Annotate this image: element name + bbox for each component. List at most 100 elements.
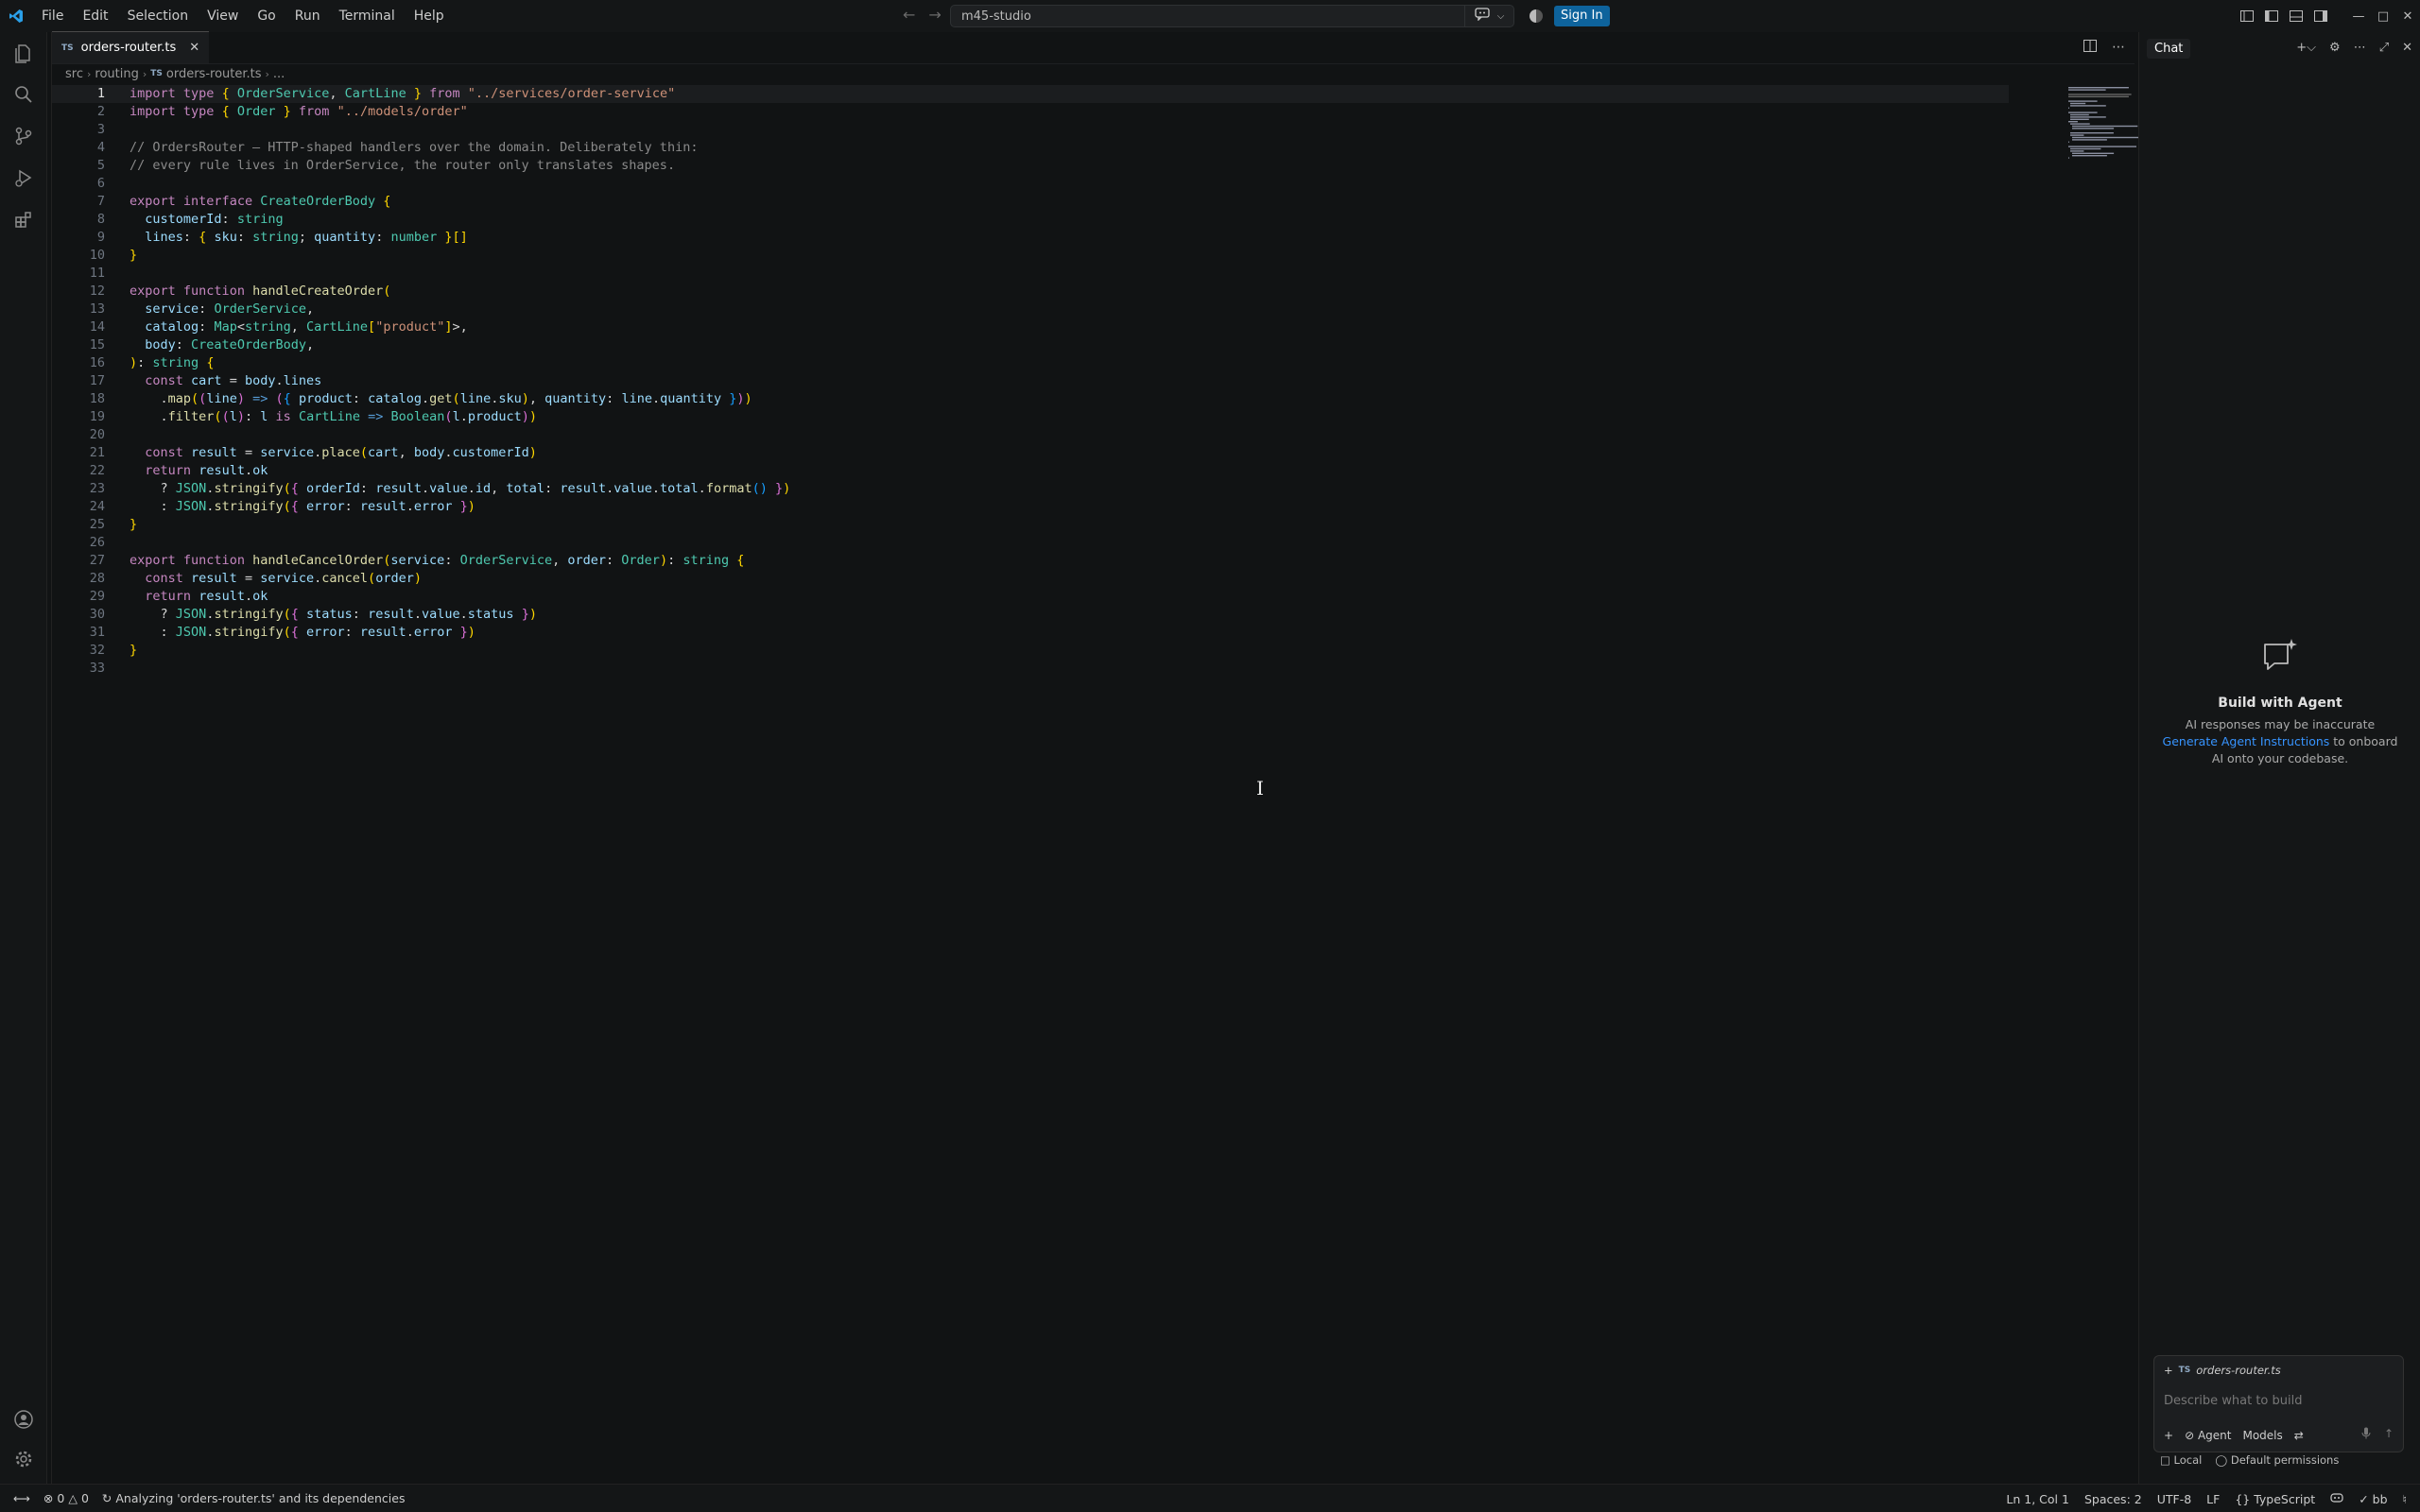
explorer-icon[interactable]	[12, 42, 35, 64]
menu-selection[interactable]: Selection	[118, 0, 199, 32]
breadcrumb-routing[interactable]: routing	[95, 67, 138, 81]
code-line[interactable]: 10}	[52, 247, 2009, 265]
code-line[interactable]: 4 // OrdersRouter — HTTP-shaped handlers …	[52, 139, 2009, 157]
code-line[interactable]: 31 : JSON.stringify({ error: result.erro…	[52, 624, 2009, 642]
encoding[interactable]: UTF-8	[2157, 1492, 2191, 1506]
code-line[interactable]: 6	[52, 175, 2009, 193]
code-line[interactable]: 11	[52, 265, 2009, 283]
notifications-bell-icon[interactable]: ♮	[2403, 1492, 2407, 1506]
code-line[interactable]: 26	[52, 534, 2009, 552]
maximize-panel-icon[interactable]: ⤢	[2379, 41, 2389, 55]
code-line[interactable]: 18 .map((line) => ({ product: catalog.ge…	[52, 390, 2009, 408]
sign-in-button[interactable]: Sign In	[1554, 6, 1610, 26]
copilot-button[interactable]: ⌵	[1464, 5, 1513, 27]
code-line[interactable]: 12 export function handleCreateOrder(	[52, 283, 2009, 301]
tools-icon[interactable]: ⇄	[2294, 1429, 2304, 1442]
code-line[interactable]: 14 catalog: Map<string, CartLine["produc…	[52, 318, 2009, 336]
code-line[interactable]: 3	[52, 121, 2009, 139]
models-picker[interactable]: Models	[2242, 1429, 2282, 1442]
source-control-icon[interactable]	[12, 125, 35, 147]
code-line[interactable]: 1 import type { OrderService, CartLine } …	[52, 85, 2009, 103]
run-debug-icon[interactable]	[12, 166, 35, 189]
chat-input[interactable]: Describe what to build	[2164, 1394, 2303, 1408]
code-line[interactable]: 7 export interface CreateOrderBody {	[52, 193, 2009, 211]
code-line[interactable]: 21 const result = service.place(cart, bo…	[52, 444, 2009, 462]
code-line[interactable]: 30 ? JSON.stringify({ status: result.val…	[52, 606, 2009, 624]
chat-more-icon[interactable]: ⋯	[2354, 41, 2366, 55]
code-line[interactable]: 9 lines: { sku: string; quantity: number…	[52, 229, 2009, 247]
close-window-icon[interactable]: ✕	[2395, 9, 2420, 24]
microphone-icon[interactable]	[2361, 1427, 2371, 1442]
extensions-icon[interactable]	[12, 208, 35, 231]
tab-orders-router[interactable]: TS orders-router.ts ✕	[52, 31, 210, 63]
settings-gear-icon[interactable]	[12, 1448, 35, 1470]
toggle-sidebar-icon[interactable]	[2259, 10, 2284, 22]
code-line[interactable]: 28 const result = service.cancel(order)	[52, 570, 2009, 588]
problems-indicator[interactable]: ⊗ 0 △ 0	[43, 1491, 89, 1505]
menu-edit[interactable]: Edit	[73, 0, 117, 32]
account-status[interactable]: ✓ bb	[2359, 1492, 2387, 1506]
language-mode[interactable]: {} TypeScript	[2235, 1492, 2315, 1506]
toggle-panel-icon[interactable]	[2284, 10, 2308, 22]
chat-title[interactable]: Chat	[2147, 38, 2191, 59]
more-actions-icon[interactable]: ⋯	[2112, 40, 2125, 56]
toggle-secondary-sidebar-icon[interactable]	[2308, 10, 2333, 22]
code-line[interactable]: 8 customerId: string	[52, 211, 2009, 229]
code-line[interactable]: 22 return result.ok	[52, 462, 2009, 480]
code-line[interactable]: 25}	[52, 516, 2009, 534]
code-editor[interactable]: 1 import type { OrderService, CartLine } …	[52, 85, 2009, 678]
minimap-line	[2068, 157, 2069, 159]
code-line[interactable]: 19 .filter((l): l is CartLine => Boolean…	[52, 408, 2009, 426]
code-line[interactable]: 15 body: CreateOrderBody,	[52, 336, 2009, 354]
send-arrow-icon[interactable]: ↑	[2384, 1427, 2394, 1442]
chat-settings-gear-icon[interactable]: ⚙	[2329, 41, 2341, 55]
accounts-theme-icon[interactable]	[1530, 9, 1543, 23]
close-panel-icon[interactable]: ✕	[2402, 41, 2412, 55]
local-session-button[interactable]: □ Local	[2160, 1453, 2202, 1467]
menu-help[interactable]: Help	[405, 0, 454, 32]
menu-terminal[interactable]: Terminal	[330, 0, 405, 32]
context-attachment[interactable]: + TS orders-router.ts	[2164, 1364, 2281, 1377]
code-line[interactable]: 32}	[52, 642, 2009, 660]
generate-instructions-link[interactable]: Generate Agent Instructions	[2163, 734, 2330, 748]
close-tab-icon[interactable]: ✕	[189, 41, 199, 55]
code-line[interactable]: 20	[52, 426, 2009, 444]
breadcrumb-file[interactable]: orders-router.ts	[166, 67, 262, 81]
copilot-status-icon[interactable]	[2330, 1492, 2343, 1506]
maximize-icon[interactable]: □	[2371, 9, 2395, 24]
menu-run[interactable]: Run	[285, 0, 330, 32]
menu-file[interactable]: File	[32, 0, 73, 32]
search-icon[interactable]	[12, 83, 35, 106]
toggle-primary-sidebar-icon[interactable]	[2235, 10, 2259, 22]
code-line[interactable]: 23 ? JSON.stringify({ orderId: result.va…	[52, 480, 2009, 498]
indentation[interactable]: Spaces: 2	[2084, 1492, 2142, 1506]
code-line[interactable]: 27 export function handleCancelOrder(serv…	[52, 552, 2009, 570]
minimize-icon[interactable]: —	[2346, 9, 2371, 24]
mode-picker[interactable]: ⊘ Agent	[2185, 1429, 2231, 1442]
code-line[interactable]: 5 // every rule lives in OrderService, th…	[52, 157, 2009, 175]
code-line[interactable]: 17 const cart = body.lines	[52, 372, 2009, 390]
code-line[interactable]: 2 import type { Order } from "../models/o…	[52, 103, 2009, 121]
forward-arrow-icon[interactable]: →	[928, 6, 941, 24]
permissions-button[interactable]: ◯ Default permissions	[2215, 1453, 2339, 1467]
code-line[interactable]: 24 : JSON.stringify({ error: result.erro…	[52, 498, 2009, 516]
cursor-position[interactable]: Ln 1, Col 1	[2006, 1492, 2069, 1506]
code-line[interactable]: 16): string {	[52, 354, 2009, 372]
attach-icon[interactable]: +	[2164, 1429, 2173, 1442]
remote-indicator-icon[interactable]: ⟷	[13, 1491, 30, 1505]
command-center-search[interactable]: m45-studio ⌵	[950, 5, 1514, 27]
end-of-line[interactable]: LF	[2206, 1492, 2220, 1506]
code-line[interactable]: 33	[52, 660, 2009, 678]
menu-view[interactable]: View	[198, 0, 248, 32]
line-number: 7	[96, 194, 105, 209]
split-editor-icon[interactable]	[2083, 40, 2097, 56]
new-chat-icon[interactable]: +⌵	[2296, 41, 2316, 55]
breadcrumb-symbols[interactable]: ...	[273, 67, 285, 81]
code-line[interactable]: 29 return result.ok	[52, 588, 2009, 606]
add-context-icon[interactable]: +	[2164, 1364, 2173, 1377]
account-icon[interactable]	[12, 1408, 35, 1431]
breadcrumb-src[interactable]: src	[65, 67, 83, 81]
menu-go[interactable]: Go	[248, 0, 285, 32]
back-arrow-icon[interactable]: ←	[903, 6, 915, 24]
code-line[interactable]: 13 service: OrderService,	[52, 301, 2009, 318]
